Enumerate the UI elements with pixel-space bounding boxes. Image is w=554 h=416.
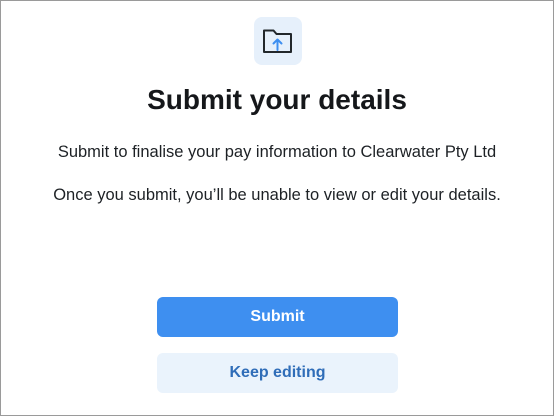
submit-dialog: Submit your details Submit to finalise y…	[0, 0, 554, 416]
submit-button[interactable]: Submit	[157, 297, 398, 337]
dialog-title: Submit your details	[147, 84, 407, 115]
dialog-message-warning: Once you submit, you’ll be unable to vie…	[53, 186, 501, 204]
folder-upload-icon-graphic	[263, 29, 292, 53]
dialog-message-finalise: Submit to finalise your pay information …	[57, 143, 497, 161]
keep-editing-button[interactable]: Keep editing	[157, 353, 398, 393]
folder-upload-icon	[254, 17, 302, 65]
